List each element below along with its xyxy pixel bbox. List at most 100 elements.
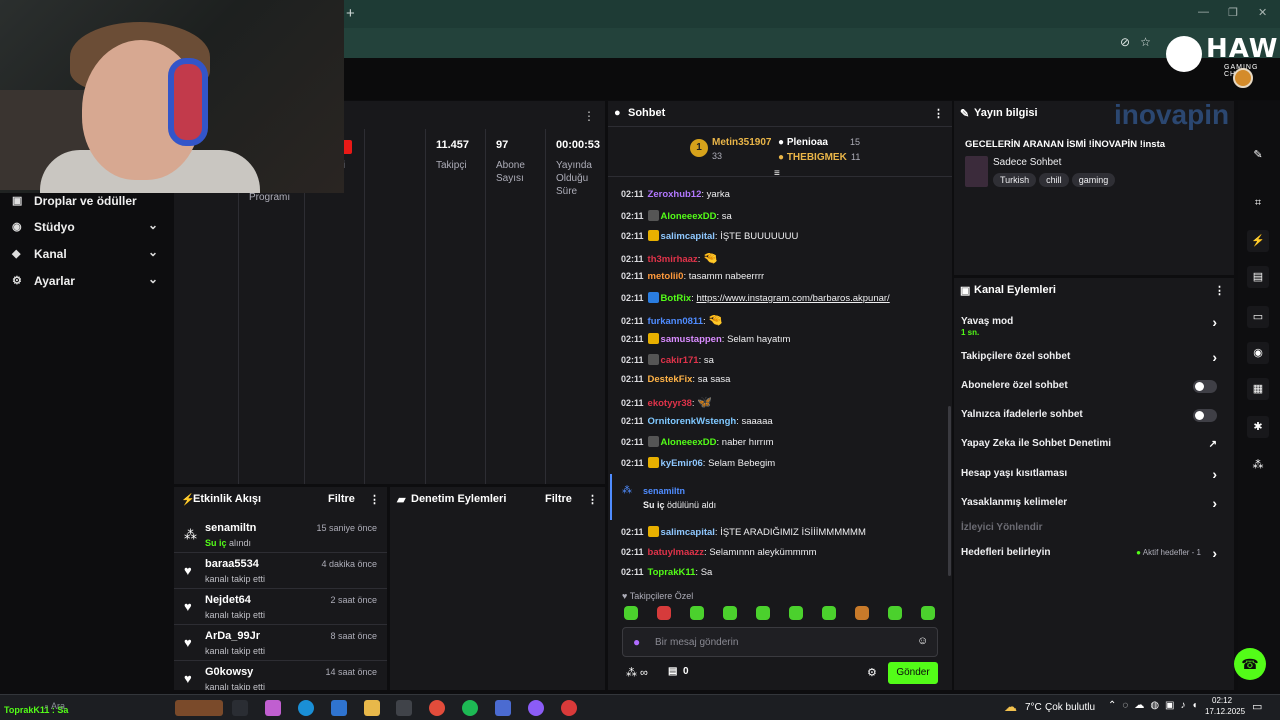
chat-input[interactable]: ● Bir mesaj gönderin ☺ [622,627,938,657]
message-user[interactable]: AloneeexDD [661,211,717,222]
capture-icon[interactable]: ⌗ [1247,192,1269,214]
channel-action-item[interactable]: Abonelere özel sohbet [961,380,1223,400]
message-user[interactable]: DestekFix [648,374,693,385]
chat-settings-icon[interactable]: ⚙ [867,666,877,679]
channel-action-item[interactable]: Yapay Zeka ile Sohbet Denetimi ↗ [961,438,1223,458]
clock-date[interactable]: 17.12.2025 [1205,707,1245,716]
emote-button[interactable] [855,606,869,620]
activity-item[interactable]: ♥ G0kowsy kanalı takip etti 14 saat önce [174,661,387,690]
leader-name[interactable]: Metin351907 [712,137,771,148]
message-user[interactable]: ToprakK11 [648,567,696,578]
activity-user[interactable]: baraa5534 [205,558,259,570]
address-bar-icons[interactable]: ⊘☆ [1120,35,1161,49]
emote-button[interactable] [690,606,704,620]
message-user[interactable]: cakir171 [661,355,699,366]
close-window-button[interactable]: ✕ [1258,6,1267,19]
drops-icon[interactable]: ⁂ [1247,454,1269,476]
obs-icon[interactable] [561,700,577,716]
message-user[interactable]: BotRix [661,293,692,304]
activity-item[interactable]: ♥ baraa5534 kanalı takip etti 4 dakika ö… [174,553,387,589]
spotify-icon[interactable] [462,700,478,716]
emote-button[interactable] [822,606,836,620]
chat-message[interactable]: 02:11 furkann0811: 🤏 [621,313,723,327]
chat-message[interactable]: 02:11 AloneeexDD: sa [621,209,732,222]
leader-name[interactable]: ● Plenioaa [778,137,828,148]
emote-button[interactable] [657,606,671,620]
activity-filter-button[interactable]: Filtre [328,493,355,505]
tag[interactable]: gaming [1071,173,1116,187]
nav-studio[interactable]: ◉ Stüdyo ⌄ [12,218,162,238]
clock-time[interactable]: 02:12 [1212,696,1232,705]
channel-action-item[interactable]: Hesap yaşı kısıtlaması › [961,466,1223,488]
emote-button[interactable] [723,606,737,620]
bolt-icon[interactable]: ⚡ [1247,230,1269,252]
chat-message[interactable]: 02:11 ToprakK11: Sa [621,567,712,578]
emote-button[interactable] [789,606,803,620]
tag[interactable]: chill [1039,173,1069,187]
chat-message[interactable]: 02:11 BotRix: https://www.instagram.com/b… [621,292,890,304]
points-display[interactable]: ▤ 0 [668,666,689,677]
chat-scrollbar[interactable] [948,406,951,576]
moderation-filter-button[interactable]: Filtre [545,493,572,505]
app-icon[interactable] [396,700,412,716]
drop-user[interactable]: senamiltn [643,486,685,496]
support-button[interactable]: ☎ [1234,648,1266,680]
chat-message[interactable]: 02:11 DestekFix: sa sasa [621,374,730,385]
activity-user[interactable]: senamiltn [205,522,256,534]
toggle-switch[interactable] [1193,380,1217,393]
edge-icon[interactable] [298,700,314,716]
channel-action-item[interactable]: Yalnızca ifadelerle sohbet [961,409,1223,429]
channel-action-item[interactable]: Yasaklanmış kelimeler › [961,495,1223,517]
category-name[interactable]: Sadece Sohbet [993,157,1061,168]
nav-drops[interactable]: ▣ Droplar ve ödüller [12,192,162,212]
tray-icons[interactable]: ⌃◌☁◍▣♪◖ [1108,700,1204,711]
activity-user[interactable]: ArDa_99Jr [205,630,260,642]
task-view-icon[interactable] [232,700,248,716]
mic-icon[interactable]: ● [633,635,640,649]
kebab-menu-icon[interactable]: ⋮ [587,493,598,506]
message-user[interactable]: AloneeexDD [661,437,717,448]
app-icon[interactable] [495,700,511,716]
kebab-menu-icon[interactable]: ⋮ [583,109,595,123]
message-link[interactable]: https://www.instagram.com/barbaros.akpun… [696,293,889,304]
notes-icon[interactable]: ▤ [1247,266,1269,288]
emote-button[interactable] [756,606,770,620]
avatar[interactable] [1233,68,1253,88]
message-user[interactable]: th3mirhaaz [648,254,698,265]
edit-icon[interactable]: ✎ [1247,144,1269,166]
chat-message[interactable]: 02:11 cakir171: sa [621,353,714,366]
message-user[interactable]: OrnitorenkWstengh [648,416,737,427]
chat-message[interactable]: 02:11 salimcapital: İŞTE BUUUUUUU [621,230,798,242]
activity-user[interactable]: G0kowsy [205,666,253,678]
leader-name[interactable]: ● THEBIGMEK [778,152,847,163]
weather-text[interactable]: Çok bulutlu [1045,702,1095,713]
kebab-menu-icon[interactable]: ⋮ [369,493,380,506]
message-user[interactable]: Zeroxhub12 [648,189,702,200]
toggle-switch[interactable] [1193,409,1217,422]
emote-button[interactable] [921,606,935,620]
chat-message[interactable]: 02:11 OrnitorenkWstengh: saaaaa [621,416,773,427]
taskbar-widget[interactable] [175,700,223,716]
copilot-icon[interactable] [265,700,281,716]
message-user[interactable]: ekotyyr38 [648,398,692,409]
mail-icon[interactable] [331,700,347,716]
tag[interactable]: Turkish [993,173,1037,187]
new-tab-button[interactable]: + [346,5,355,22]
chat-message[interactable]: 02:11 ekotyyr38: 🦋 [621,395,712,409]
kebab-menu-icon[interactable]: ⋮ [933,107,944,120]
maximize-button[interactable]: ❐ [1228,6,1238,19]
message-user[interactable]: furkann0811 [648,316,703,327]
wrench-icon[interactable]: ✱ [1247,416,1269,438]
weather-temp[interactable]: 7°C [1025,702,1042,713]
layout-icon[interactable]: ▦ [1247,378,1269,400]
channel-action-item[interactable]: Hedefleri belirleyin ● Aktif hedefler - 1… [961,545,1223,567]
chat-bubble-icon[interactable]: ▭ [1247,306,1269,328]
kebab-menu-icon[interactable]: ⋮ [1214,284,1225,297]
message-user[interactable]: salimcapital [661,231,715,242]
message-user[interactable]: kyEmir06 [661,458,703,469]
message-user[interactable]: salimcapital [661,527,715,538]
emote-button[interactable] [624,606,638,620]
notification-icon[interactable]: ▭ [1252,700,1262,713]
expand-leaderboard-icon[interactable]: ≡ [774,168,780,179]
chat-message[interactable]: 02:11 salimcapital: İŞTE ARADIĞIMIZ İSİİİ… [621,526,866,538]
